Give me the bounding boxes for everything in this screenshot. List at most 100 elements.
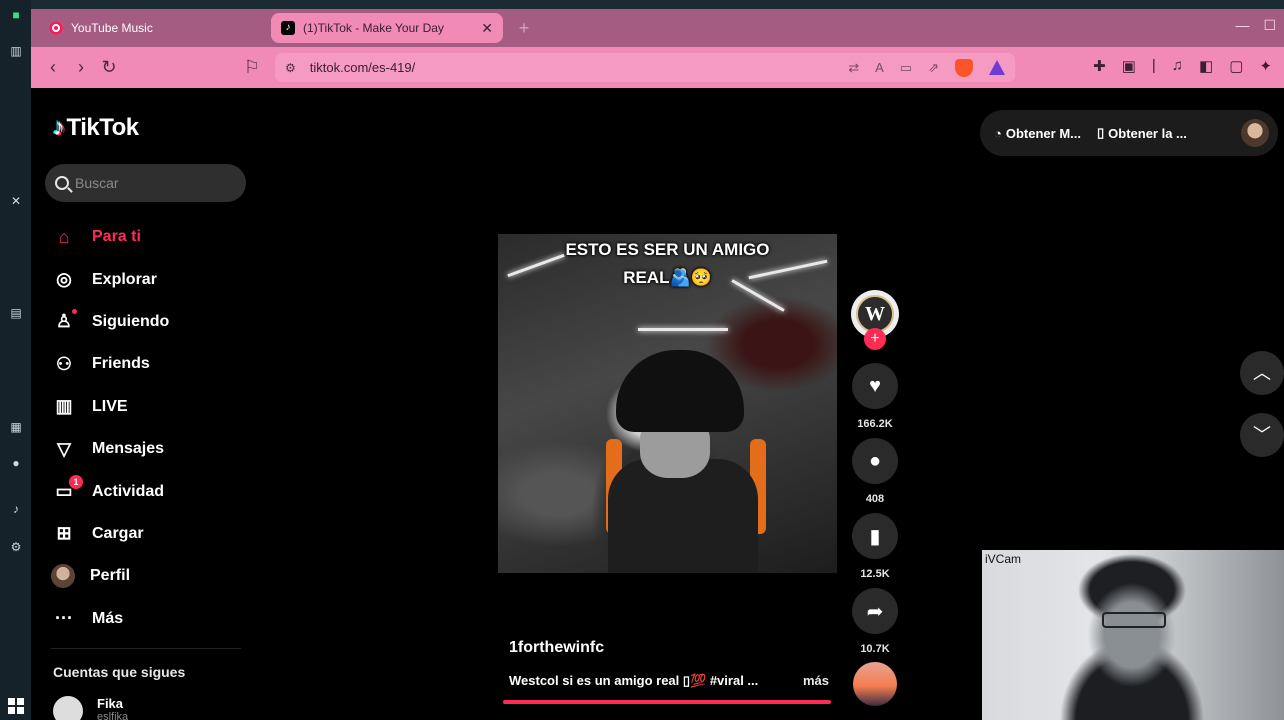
sidebar-item-live[interactable]: ▥ LIVE xyxy=(51,386,251,428)
send-icon: ▽ xyxy=(57,438,71,459)
video-player[interactable]: ESTO ES SER UN AMIGO REAL🫂🥺 xyxy=(498,234,837,573)
search-icon xyxy=(55,176,69,190)
bookmark-icon[interactable]: ⚐ xyxy=(240,55,264,79)
window-controls: — ☐ xyxy=(1235,17,1276,34)
media-icon[interactable]: ● xyxy=(9,456,23,470)
video-caption: ESTO ES SER UN AMIGO REAL🫂🥺 xyxy=(498,236,837,292)
close-tab-icon[interactable]: ✕ xyxy=(481,20,493,37)
sidebar-item-label: Para ti xyxy=(92,228,141,246)
heart-icon[interactable]: ♥ xyxy=(852,363,898,409)
sidebar-item-para-ti[interactable]: ⌂ Para ti xyxy=(51,216,251,258)
app-icon[interactable]: ■ xyxy=(9,8,23,22)
following-icon: ♙ xyxy=(51,308,77,335)
tab-tiktok[interactable]: ♪ (1)TikTok - Make Your Day ✕ xyxy=(271,13,503,43)
music-icon[interactable]: ♫ xyxy=(1172,57,1183,75)
phone-icon: ▯ xyxy=(1096,125,1105,140)
creator-avatar[interactable]: W + xyxy=(851,290,899,350)
more-link[interactable]: más xyxy=(803,673,829,689)
address-bar[interactable]: ⚙ tiktok.com/es-419/ ⇄ A ▭ ⇗ xyxy=(275,53,1015,82)
sidebar-item-mas[interactable]: ··· Más xyxy=(51,598,251,640)
sidebar-item-mensajes[interactable]: ▽ Mensajes xyxy=(51,428,251,470)
get-coins-button[interactable]: ◔ Obtener M... xyxy=(994,126,1081,141)
button-label: Obtener M... xyxy=(1005,125,1081,141)
sidebar-item-label: Explorar xyxy=(92,270,157,288)
leo-icon[interactable]: ✦ xyxy=(1259,57,1272,75)
folder-icon[interactable]: ▦ xyxy=(9,420,23,434)
settings-icon[interactable]: ⚙ xyxy=(9,540,23,554)
reload-button[interactable]: ↻ xyxy=(97,55,121,79)
like-action[interactable]: ♥ 166.2K xyxy=(851,363,899,430)
search-box[interactable] xyxy=(45,164,246,202)
os-taskbar-left: ■ ▥ ✕ ▤ ▦ ● ♪ ⚙ xyxy=(0,0,31,720)
url-text: tiktok.com/es-419/ xyxy=(309,60,416,75)
maximize-icon[interactable]: ☐ xyxy=(1263,17,1276,34)
tools-icon[interactable]: ✕ xyxy=(9,194,23,208)
minimize-icon[interactable]: — xyxy=(1235,17,1249,34)
music-disc-icon[interactable] xyxy=(853,662,897,706)
wallet-icon[interactable]: ▢ xyxy=(1229,57,1243,75)
new-tab-button[interactable]: + xyxy=(514,19,534,39)
sidebar-item-friends[interactable]: ⚇ Friends xyxy=(51,343,251,385)
decor-hat xyxy=(616,350,744,432)
reader-icon[interactable]: ▣ xyxy=(1122,57,1136,75)
sidebar-nav: ⌂ Para ti ◎ Explorar ♙ Siguiendo ⚇ Frien… xyxy=(51,216,251,640)
home-icon: ⌂ xyxy=(58,226,70,247)
search-input[interactable] xyxy=(75,175,225,191)
sidebar-item-cargar[interactable]: ⊞ Cargar xyxy=(51,513,251,555)
tiktok-note-icon: ♪ xyxy=(53,114,65,141)
logo-text: TikTok xyxy=(66,114,140,141)
windows-start-icon[interactable] xyxy=(8,698,24,714)
back-button[interactable]: ‹ xyxy=(41,55,65,79)
files-icon[interactable]: ▥ xyxy=(9,44,23,58)
comment-count: 408 xyxy=(865,493,885,505)
video-description: Westcol si es un amigo real ▯💯 #viral ..… xyxy=(509,673,829,689)
caption-line: ESTO ES SER UN AMIGO xyxy=(565,240,770,259)
brave-rewards-icon[interactable] xyxy=(989,60,1005,75)
site-info-icon[interactable]: ⚙ xyxy=(285,61,296,75)
avatar xyxy=(53,696,83,720)
more-icon: ··· xyxy=(55,608,73,629)
tiktok-logo[interactable]: ♪ TikTok xyxy=(53,114,139,142)
translate-icon[interactable]: ⇄ xyxy=(848,60,859,76)
browser-tab-bar: YouTube Music ♪ (1)TikTok - Make Your Da… xyxy=(31,9,1284,47)
header-actions: ◔ Obtener M... ▯ Obtener la ... xyxy=(980,110,1278,156)
comment-action[interactable]: ● 408 xyxy=(851,438,899,505)
tab-youtube-music[interactable]: YouTube Music xyxy=(39,13,269,43)
forward-button[interactable]: › xyxy=(69,55,93,79)
screen-icon[interactable]: ▭ xyxy=(900,60,912,76)
profile-avatar[interactable] xyxy=(1241,119,1269,147)
video-author[interactable]: 1forthewinfc xyxy=(509,639,604,657)
account-handle: eslfika xyxy=(97,711,129,720)
account-name: Fika xyxy=(97,696,124,711)
sidebar-item-perfil[interactable]: Perfil xyxy=(51,555,251,597)
sidebar-icon[interactable]: ◧ xyxy=(1199,57,1213,75)
sidebar-item-actividad[interactable]: ▭ 1 Actividad xyxy=(51,470,251,512)
brave-shield-icon[interactable] xyxy=(955,58,973,77)
followed-account-item[interactable]: Fika eslfika xyxy=(53,696,128,720)
share-icon[interactable]: ⇗ xyxy=(928,60,939,76)
bookmark-icon[interactable]: ▮ xyxy=(852,513,898,559)
share-count: 10.7K xyxy=(860,643,890,655)
following-accounts-title: Cuentas que sigues xyxy=(53,664,186,680)
webcam-label: iVCam xyxy=(985,552,1022,566)
store-icon[interactable]: ▤ xyxy=(9,306,23,320)
previous-video-button[interactable]: ︿ xyxy=(1240,351,1284,395)
tiktok-app-icon[interactable]: ♪ xyxy=(9,502,23,516)
extensions-icon[interactable]: ✚ xyxy=(1093,57,1106,75)
follow-button[interactable]: + xyxy=(864,328,886,350)
toolbar-right-icons: ✚ ▣ | ♫ ◧ ▢ ✦ xyxy=(1093,57,1272,75)
inbox-icon: ▭ 1 xyxy=(51,474,83,505)
comment-icon[interactable]: ● xyxy=(852,438,898,484)
save-action[interactable]: ▮ 12.5K xyxy=(851,513,899,580)
share-action[interactable]: ➦ 10.7K xyxy=(851,588,899,655)
get-app-button[interactable]: ▯ Obtener la ... xyxy=(1097,125,1187,141)
video-progress-bar[interactable] xyxy=(503,700,831,704)
text-icon[interactable]: A xyxy=(875,60,884,75)
next-video-button[interactable]: ﹀ xyxy=(1240,413,1284,457)
share-arrow-icon[interactable]: ➦ xyxy=(852,588,898,634)
sidebar-item-siguiendo[interactable]: ♙ Siguiendo xyxy=(51,301,251,343)
sidebar-item-explorar[interactable]: ◎ Explorar xyxy=(51,258,251,300)
decor-glasses xyxy=(1102,612,1166,628)
notification-badge: 1 xyxy=(69,474,83,489)
tiktok-favicon-icon: ♪ xyxy=(281,21,295,35)
